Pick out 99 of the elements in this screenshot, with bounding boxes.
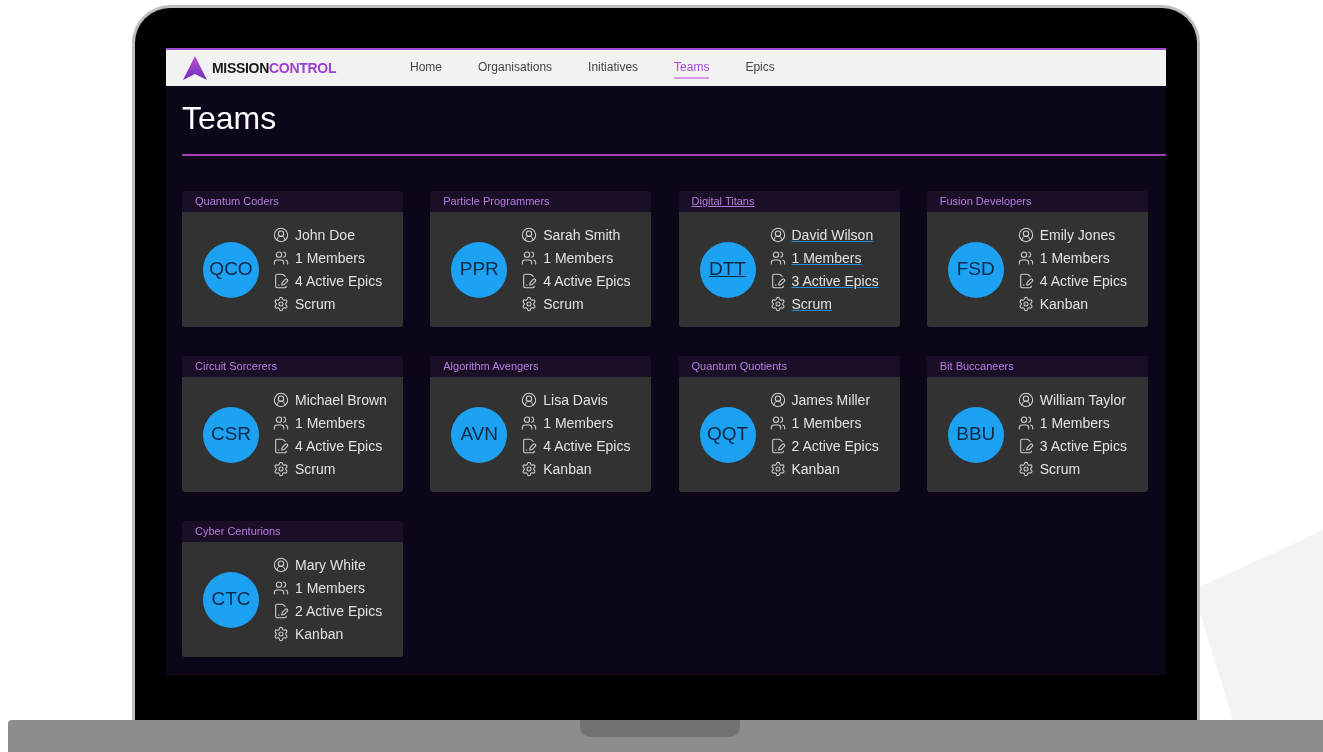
team-lead: Lisa Davis — [543, 390, 608, 410]
nav-link[interactable]: Organisations — [478, 57, 553, 79]
group-icon — [521, 415, 538, 431]
nav-link[interactable]: Initiatives — [588, 57, 639, 79]
team-name[interactable]: Circuit Sorcerers — [195, 358, 277, 375]
gear-icon — [273, 626, 289, 642]
epic-count: 2 Active Epics — [791, 436, 879, 456]
user-icon — [273, 227, 289, 243]
team-name[interactable]: Quantum Coders — [195, 193, 279, 210]
nav-link[interactable]: Epics — [745, 57, 775, 79]
gear-icon — [1017, 296, 1034, 312]
team-method: Kanban — [791, 459, 840, 479]
user-icon — [1017, 227, 1034, 243]
user-icon — [769, 227, 786, 243]
team-lead: James Miller — [791, 390, 871, 410]
gear-icon — [273, 296, 289, 312]
team-method: Scrum — [543, 294, 584, 314]
team-method: Kanban — [543, 459, 592, 479]
logo-text: MISSION — [212, 58, 270, 78]
team-initials: QCO — [209, 257, 253, 282]
gear-icon — [769, 461, 786, 477]
group-icon — [273, 250, 289, 266]
team-initials: BBU — [956, 422, 996, 447]
user-icon — [273, 557, 289, 573]
team-initials: FSD — [956, 257, 995, 282]
epic-count: 4 Active Epics — [295, 271, 383, 291]
team-method: Scrum — [295, 459, 336, 479]
member-count: 1 Members — [295, 248, 366, 268]
document-pen-icon — [769, 273, 786, 289]
user-icon — [273, 392, 289, 408]
document-pen-icon — [273, 438, 289, 454]
nav-link[interactable]: Teams — [674, 57, 710, 79]
group-icon — [1017, 250, 1034, 266]
team-name[interactable]: Digital Titans — [691, 193, 755, 210]
team-lead: Emily Jones — [1039, 225, 1116, 245]
group-icon — [521, 250, 538, 266]
logo-icon — [182, 55, 208, 81]
team-name[interactable]: Particle Programmers — [443, 193, 550, 210]
team-name[interactable]: Algorithm Avengers — [443, 358, 539, 375]
group-icon — [1017, 415, 1034, 431]
team-method: Kanban — [295, 624, 344, 644]
epic-count: 4 Active Epics — [543, 271, 631, 291]
team-initials: AVN — [460, 422, 499, 447]
epic-count: 4 Active Epics — [1039, 271, 1127, 291]
gear-icon — [521, 461, 538, 477]
member-count: 1 Members — [791, 248, 862, 268]
document-pen-icon — [1017, 438, 1034, 454]
team-name[interactable]: Fusion Developers — [939, 193, 1032, 210]
document-pen-icon — [273, 603, 289, 619]
member-count: 1 Members — [791, 413, 862, 433]
team-initials: PPR — [459, 257, 499, 282]
team-method: Scrum — [295, 294, 336, 314]
user-icon — [769, 392, 786, 408]
user-icon — [521, 227, 538, 243]
gear-icon — [1017, 461, 1034, 477]
document-pen-icon — [1017, 273, 1034, 289]
member-count: 1 Members — [295, 578, 366, 598]
team-name[interactable]: Quantum Quotients — [691, 358, 787, 375]
team-initials: DTT — [709, 257, 746, 282]
team-lead: Sarah Smith — [543, 225, 621, 245]
team-initials: CSR — [210, 422, 252, 447]
member-count: 1 Members — [1039, 413, 1110, 433]
team-lead: William Taylor — [1039, 390, 1126, 410]
user-icon — [521, 392, 538, 408]
member-count: 1 Members — [543, 248, 614, 268]
epic-count: 3 Active Epics — [791, 271, 879, 291]
gear-icon — [521, 296, 538, 312]
document-pen-icon — [769, 438, 786, 454]
epic-count: 4 Active Epics — [543, 436, 631, 456]
epic-count: 4 Active Epics — [295, 436, 383, 456]
gear-icon — [769, 296, 786, 312]
member-count: 1 Members — [543, 413, 614, 433]
team-lead: John Doe — [295, 225, 355, 245]
team-lead: Mary White — [295, 555, 366, 575]
team-method: Kanban — [1039, 294, 1089, 314]
team-name[interactable]: Bit Buccaneers — [939, 358, 1014, 375]
team-method: Scrum — [1039, 459, 1081, 479]
team-lead: David Wilson — [791, 225, 874, 245]
group-icon — [769, 415, 786, 431]
team-method: Scrum — [791, 294, 832, 314]
epic-count: 3 Active Epics — [1039, 436, 1127, 456]
group-icon — [273, 580, 289, 596]
user-icon — [1017, 392, 1034, 408]
team-initials: CTC — [211, 587, 251, 612]
epic-count: 2 Active Epics — [295, 601, 383, 621]
group-icon — [769, 250, 786, 266]
member-count: 1 Members — [1039, 248, 1110, 268]
logo-text-accent: CONTROL — [269, 58, 337, 78]
team-name[interactable]: Cyber Centurions — [195, 523, 281, 540]
group-icon — [273, 415, 289, 431]
page-title: Teams — [182, 99, 278, 138]
team-lead: Michael Brown — [295, 390, 387, 410]
document-pen-icon — [273, 273, 289, 289]
nav-link[interactable]: Home — [410, 57, 442, 79]
document-pen-icon — [521, 273, 538, 289]
member-count: 1 Members — [295, 413, 366, 433]
gear-icon — [273, 461, 289, 477]
team-initials: QQT — [706, 422, 749, 447]
document-pen-icon — [521, 438, 538, 454]
